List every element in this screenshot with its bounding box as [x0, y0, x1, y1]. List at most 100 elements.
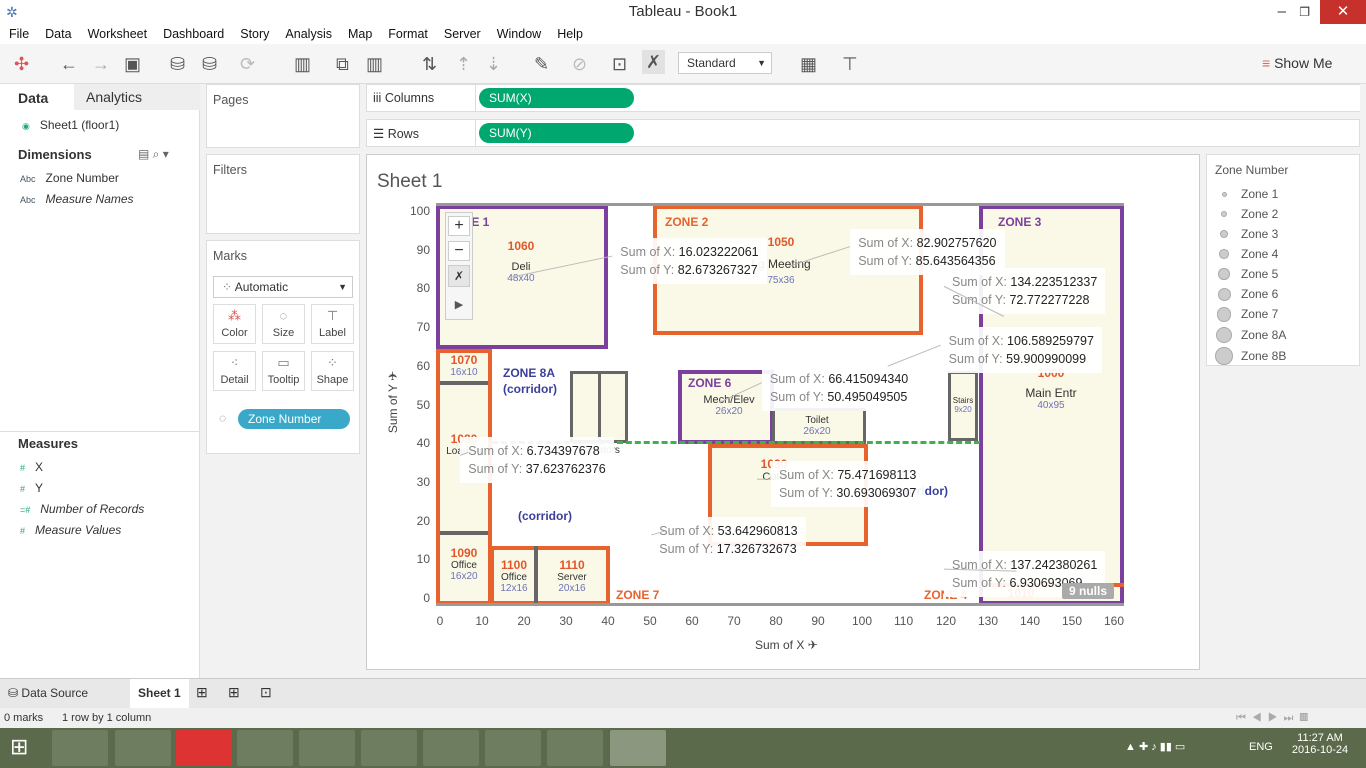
sort-descending-icon[interactable]: ⇣: [486, 54, 501, 74]
pause-updates-icon[interactable]: ⛁: [202, 54, 217, 74]
legend-item[interactable]: Zone 1: [1215, 187, 1278, 201]
point-annotation[interactable]: Sum of X: 134.223512337 Sum of Y: 72.7722…: [944, 268, 1106, 315]
minimize-button[interactable]: –: [1278, 0, 1286, 24]
field-x[interactable]: # X: [20, 460, 43, 474]
taskbar-app-excel-icon[interactable]: [423, 730, 479, 766]
legend-item[interactable]: Zone 8B: [1215, 347, 1286, 365]
save-icon[interactable]: ▣: [124, 54, 141, 74]
datasource-item[interactable]: ◉ Sheet1 (floor1): [22, 118, 119, 132]
detail-button[interactable]: ⁖ Detail: [213, 351, 256, 391]
point-annotation[interactable]: Sum of X: 75.471698113 Sum of Y: 30.69306…: [770, 461, 925, 508]
taskbar-app-music-icon[interactable]: [176, 730, 232, 766]
menu-help[interactable]: Help: [548, 24, 590, 44]
tab-analytics[interactable]: Analytics: [74, 84, 200, 110]
menu-format[interactable]: Format: [379, 24, 435, 44]
size-button[interactable]: ◌ Size: [262, 304, 305, 344]
clear-sheet-icon[interactable]: ▥: [366, 54, 383, 74]
tableau-home-icon[interactable]: ✣: [14, 54, 29, 74]
shape-button[interactable]: ⁘ Shape: [311, 351, 354, 391]
show-me-button[interactable]: ≡ Show Me: [1262, 55, 1332, 71]
undo-icon[interactable]: ←: [60, 54, 78, 74]
sum-x-pill[interactable]: SUM(X): [479, 88, 634, 108]
taskbar-app-photos-icon[interactable]: [547, 730, 603, 766]
tab-data-source[interactable]: ⛁ Data Source: [8, 686, 88, 700]
pages-card[interactable]: Pages: [206, 84, 360, 148]
zone-number-pill[interactable]: Zone Number: [238, 409, 350, 429]
legend-item[interactable]: Zone 6: [1215, 287, 1278, 301]
tab-data[interactable]: Data: [0, 84, 74, 110]
tooltip-button[interactable]: ▭ Tooltip: [262, 351, 305, 391]
nulls-badge[interactable]: 9 nulls: [1062, 583, 1115, 599]
sheet-navigation[interactable]: ⏮◀▶⏭▦: [1236, 708, 1314, 728]
legend-item[interactable]: Zone 7: [1215, 307, 1278, 322]
show-labels-icon[interactable]: ⊡: [612, 54, 627, 74]
pin-icon[interactable]: ✈: [808, 638, 818, 652]
field-measure-names[interactable]: Abc Measure Names: [20, 192, 134, 206]
new-datasource-icon[interactable]: ⛁: [170, 54, 185, 74]
new-dashboard-icon[interactable]: ⊞: [228, 684, 240, 701]
field-zone-number[interactable]: Abc Zone Number: [20, 171, 119, 185]
tray-icons[interactable]: ▲ ✚ ♪ ▮▮ ▭: [1125, 740, 1185, 753]
unpin-icon[interactable]: ✗: [448, 265, 470, 287]
menu-file[interactable]: File: [0, 24, 36, 44]
restore-button[interactable]: ❐: [1299, 0, 1310, 24]
taskbar-app-tableau-icon[interactable]: [610, 730, 666, 766]
filters-card[interactable]: Filters: [206, 154, 360, 234]
field-number-of-records[interactable]: =# Number of Records: [20, 502, 144, 516]
field-y[interactable]: # Y: [20, 481, 43, 495]
menu-window[interactable]: Window: [488, 24, 548, 44]
taskbar-app-files-icon[interactable]: [115, 730, 171, 766]
fit-select[interactable]: Standard ▼: [678, 52, 772, 74]
label-button[interactable]: ⊤ Label: [311, 304, 354, 344]
duplicate-sheet-icon[interactable]: ⧉: [336, 54, 349, 74]
menu-data[interactable]: Data: [36, 24, 78, 44]
legend-item[interactable]: Zone 8A: [1215, 327, 1286, 344]
legend-item[interactable]: Zone 2: [1215, 207, 1278, 221]
expand-arrow-icon[interactable]: ▶: [448, 298, 470, 316]
point-annotation[interactable]: Sum of X: 106.589259797 Sum of Y: 59.9009…: [940, 327, 1102, 374]
taskbar-app-chrome-icon[interactable]: [237, 730, 293, 766]
clock[interactable]: 11:27 AM 2016-10-24: [1290, 732, 1350, 756]
zoom-in-button[interactable]: +: [448, 216, 470, 236]
pin-icon[interactable]: ✗: [642, 50, 666, 74]
mark-type-select[interactable]: ⁘ Automatic ▼: [213, 276, 353, 298]
color-button[interactable]: ⁂ Color: [213, 304, 256, 344]
menu-analysis[interactable]: Analysis: [276, 24, 339, 44]
group-icon[interactable]: ⊘: [572, 54, 587, 74]
windows-start-icon[interactable]: ⊞: [10, 734, 28, 760]
view-cards-icon[interactable]: ▦: [800, 54, 817, 74]
search-icon[interactable]: ▤ ⌕ ▾: [138, 147, 169, 162]
point-annotation[interactable]: Sum of X: 66.415094340 Sum of Y: 50.49504…: [761, 364, 917, 411]
refresh-icon[interactable]: ⟳: [240, 54, 255, 74]
taskbar-app-firefox-icon[interactable]: [299, 730, 355, 766]
new-worksheet-icon[interactable]: ⊞: [196, 684, 208, 701]
legend-item[interactable]: Zone 5: [1215, 267, 1278, 281]
point-annotation[interactable]: Sum of X: 16.023222061 Sum of Y: 82.67326…: [612, 238, 767, 285]
close-button[interactable]: ✕: [1320, 0, 1366, 24]
point-annotation[interactable]: Sum of X: 53.642960813 Sum of Y: 17.32673…: [651, 516, 806, 563]
swap-icon[interactable]: ⇅: [422, 54, 437, 74]
new-worksheet-icon[interactable]: ▥: [294, 54, 311, 74]
taskbar-app-explorer-icon[interactable]: [52, 730, 108, 766]
point-annotation[interactable]: Sum of X: 6.734397678 Sum of Y: 37.623762…: [460, 437, 614, 484]
menu-server[interactable]: Server: [435, 24, 488, 44]
zoom-out-button[interactable]: −: [448, 241, 470, 261]
tab-sheet-1[interactable]: Sheet 1: [130, 679, 189, 708]
menu-map[interactable]: Map: [339, 24, 379, 44]
redo-icon[interactable]: →: [92, 54, 110, 74]
sum-y-pill[interactable]: SUM(Y): [479, 123, 634, 143]
highlight-icon[interactable]: ✎: [534, 54, 549, 74]
legend-item[interactable]: Zone 4: [1215, 247, 1278, 261]
rows-shelf[interactable]: ☰ Rows SUM(Y): [366, 119, 1360, 147]
menu-story[interactable]: Story: [231, 24, 276, 44]
field-measure-values[interactable]: # Measure Values: [20, 523, 121, 537]
sort-ascending-icon[interactable]: ⇡: [456, 54, 471, 74]
menu-dashboard[interactable]: Dashboard: [154, 24, 231, 44]
taskbar-app-wechat-icon[interactable]: [485, 730, 541, 766]
language-indicator[interactable]: ENG: [1249, 741, 1273, 753]
menu-worksheet[interactable]: Worksheet: [79, 24, 155, 44]
pin-icon[interactable]: ✈: [386, 371, 400, 381]
presentation-icon[interactable]: ⊤: [842, 54, 858, 74]
legend-item[interactable]: Zone 3: [1215, 227, 1278, 241]
new-story-icon[interactable]: ⊡: [260, 684, 272, 701]
